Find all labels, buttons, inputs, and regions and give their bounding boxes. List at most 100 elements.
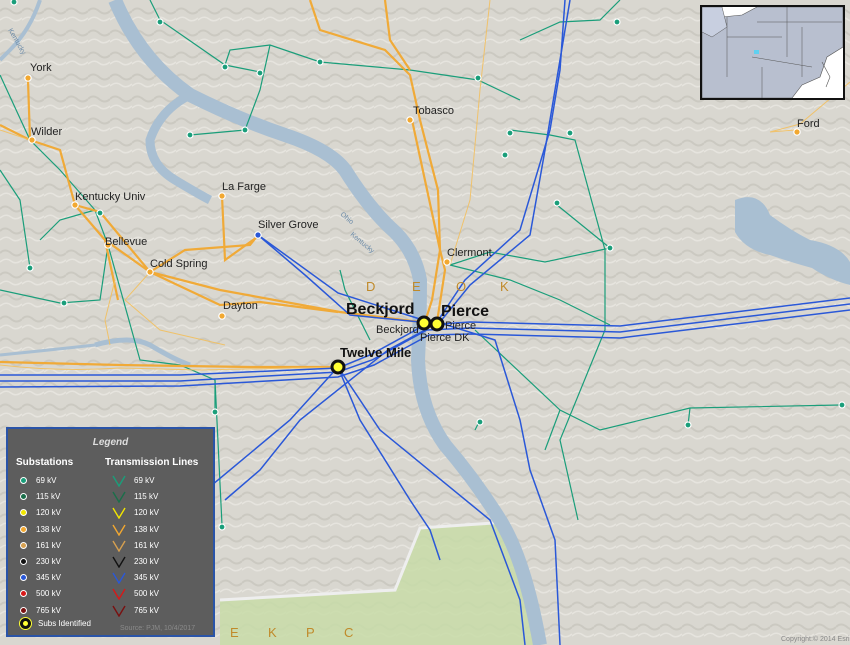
substation-69kv[interactable] xyxy=(26,264,34,272)
substation-beckjord-identified[interactable] xyxy=(416,315,432,331)
legend-line-row: 230 kV xyxy=(108,554,208,570)
substation-69kv[interactable] xyxy=(838,401,846,409)
substation-dot-icon xyxy=(20,493,27,501)
substation-69kv[interactable] xyxy=(566,129,574,137)
label-tobasco: Tobasco xyxy=(413,105,454,117)
map-canvas[interactable]: Ohio Kentucky Kentucky D E O K E K P C Y… xyxy=(0,0,850,645)
label-cold-spring: Cold Spring xyxy=(150,258,207,270)
legend-line-row: 161 kV xyxy=(108,538,208,554)
line-symbol-icon xyxy=(112,475,126,487)
line-symbol-icon xyxy=(112,556,126,568)
zone-ekpc-c: C xyxy=(344,625,354,640)
label-ford: Ford xyxy=(797,118,820,130)
label-bellevue: Bellevue xyxy=(105,236,147,248)
legend-substation-label: 120 kV xyxy=(36,508,61,518)
substation-69kv[interactable] xyxy=(684,421,692,429)
line-symbol-icon xyxy=(112,589,126,601)
label-beckjord-major: Beckjord xyxy=(346,301,414,318)
zone-ekpc-k: K xyxy=(268,625,278,640)
legend-lines-heading: Transmission Lines xyxy=(105,457,199,468)
substation-dot-icon xyxy=(20,574,27,582)
legend-substation-row: 500 kV xyxy=(16,586,101,602)
substation-dot-icon xyxy=(20,606,27,614)
legend-line-label: 138 kV xyxy=(134,524,159,534)
label-clermont: Clermont xyxy=(447,247,492,259)
line-symbol-icon xyxy=(112,508,126,520)
legend-title: Legend xyxy=(92,437,129,448)
copyright-text: Copyright:© 2014 Esri xyxy=(781,635,850,643)
inset-overview-map[interactable] xyxy=(700,5,845,100)
substation-69kv[interactable] xyxy=(553,199,561,207)
line-symbol-icon xyxy=(112,524,126,536)
substation-dot-icon xyxy=(20,590,27,598)
label-dayton: Dayton xyxy=(223,300,258,312)
substation-69kv[interactable] xyxy=(156,18,164,26)
substation-dot-icon xyxy=(20,477,27,484)
label-silver-grove: Silver Grove xyxy=(258,219,319,231)
label-beckjord-minor: Beckjord xyxy=(376,324,419,336)
legend-line-label: 765 kV xyxy=(134,605,159,615)
legend-source-note: Source: PJM, 10/4/2017 xyxy=(120,625,196,632)
zone-deok-e: E xyxy=(412,279,422,294)
label-la-farge: La Farge xyxy=(222,181,266,193)
legend-substation-row: 161 kV xyxy=(16,538,101,554)
substation-69kv[interactable] xyxy=(218,523,226,531)
zone-deok-k: K xyxy=(500,279,510,294)
substation-69kv[interactable] xyxy=(211,408,219,416)
substation-69kv[interactable] xyxy=(606,244,614,252)
legend-substation-row: 115 kV xyxy=(16,489,101,505)
legend-substation-row: 138 kV xyxy=(16,522,101,538)
substation-dayton[interactable] xyxy=(218,312,226,320)
label-twelve-mile: Twelve Mile xyxy=(340,345,411,360)
legend-substation-row: 230 kV xyxy=(16,554,101,570)
substation-69kv[interactable] xyxy=(241,126,249,134)
substation-la-farge[interactable] xyxy=(218,192,226,200)
substation-69kv[interactable] xyxy=(501,151,509,159)
legend-line-row: 345 kV xyxy=(108,570,208,586)
substation-dot-icon xyxy=(20,541,27,549)
substation-silver-grove[interactable] xyxy=(254,231,262,239)
legend-line-label: 500 kV xyxy=(134,589,159,599)
map-legend: Legend Substations Transmission Lines 69… xyxy=(6,427,215,637)
legend-substation-row: 345 kV xyxy=(16,570,101,586)
legend-subs-identified: Subs Identified xyxy=(16,616,126,632)
substation-69kv[interactable] xyxy=(256,69,264,77)
substation-69kv[interactable] xyxy=(60,299,68,307)
substation-69kv[interactable] xyxy=(10,0,18,6)
legend-substation-label: 69 kV xyxy=(36,476,57,485)
legend-substation-label: 230 kV xyxy=(36,557,61,566)
substation-69kv[interactable] xyxy=(221,63,229,71)
label-pierce-dk: Pierce DK xyxy=(420,332,470,344)
legend-substation-label: 500 kV xyxy=(36,589,61,599)
substation-clermont[interactable] xyxy=(443,258,451,266)
substation-69kv[interactable] xyxy=(506,129,514,137)
substation-69kv[interactable] xyxy=(476,418,484,426)
legend-line-row: 500 kV xyxy=(108,586,208,602)
substation-69kv[interactable] xyxy=(316,58,324,66)
substation-dot-icon xyxy=(20,558,27,565)
substation-69kv[interactable] xyxy=(186,131,194,139)
label-pierce-minor: Pierce xyxy=(445,320,476,332)
substation-tobasco[interactable] xyxy=(406,116,414,124)
substation-69kv[interactable] xyxy=(96,209,104,217)
zone-deok-d: D xyxy=(366,279,376,294)
legend-substation-row: 120 kV xyxy=(16,505,101,521)
zone-ekpc-p: P xyxy=(306,625,316,640)
label-wilder: Wilder xyxy=(31,126,63,138)
label-kentucky-univ: Kentucky Univ xyxy=(75,191,146,203)
legend-line-label: 230 kV xyxy=(134,557,159,566)
substation-69kv[interactable] xyxy=(474,74,482,82)
line-symbol-icon xyxy=(112,572,126,585)
legend-line-label: 115 kV xyxy=(134,492,159,502)
zone-ekpc-e: E xyxy=(230,625,240,640)
legend-line-label: 161 kV xyxy=(134,540,159,550)
substation-69kv[interactable] xyxy=(613,18,621,26)
legend-line-label: 120 kV xyxy=(134,508,159,518)
legend-substation-label: 138 kV xyxy=(36,524,61,534)
substation-york[interactable] xyxy=(24,74,32,82)
legend-substation-label: 115 kV xyxy=(36,492,61,502)
subs-identified-icon xyxy=(20,618,31,629)
legend-line-label: 69 kV xyxy=(134,476,155,485)
legend-line-row: 138 kV xyxy=(108,522,208,538)
substation-twelve-mile-identified[interactable] xyxy=(330,359,346,375)
